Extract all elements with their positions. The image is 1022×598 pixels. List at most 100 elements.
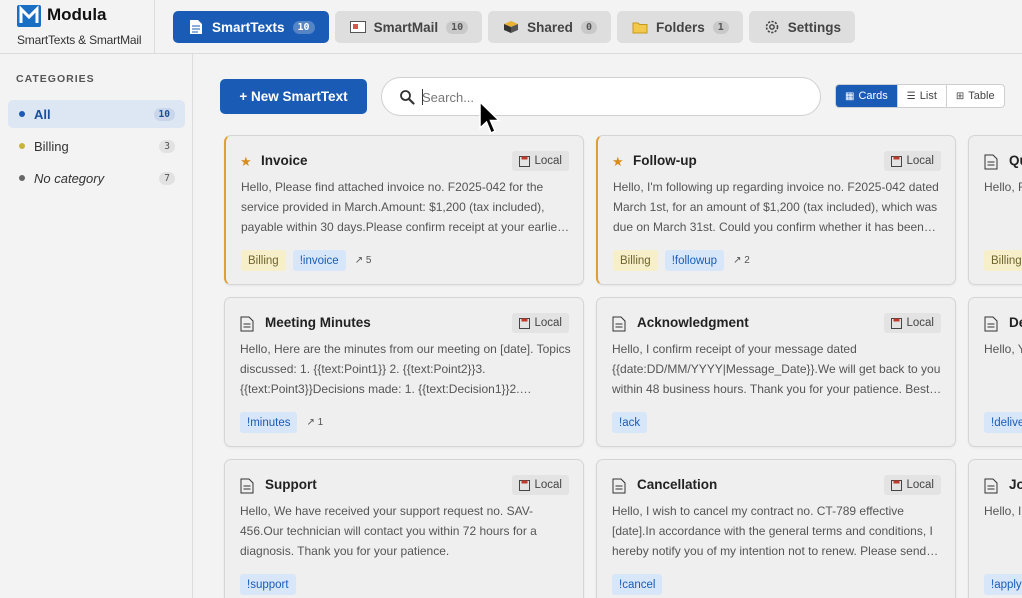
storage-label: Local [906, 479, 935, 491]
category-dot-icon [19, 111, 25, 117]
shortcut-tag: !cancel [612, 574, 663, 595]
save-disk-icon [518, 479, 530, 491]
smarttext-card-partial[interactable]: De Hello, Y will rec delivery !delive [968, 297, 1022, 447]
storage-label: Local [906, 155, 935, 167]
category-dot-icon [19, 175, 25, 181]
sidebar-item-label: No category [34, 170, 105, 186]
document-icon [240, 478, 254, 494]
search-box[interactable] [381, 77, 821, 116]
view-list-button[interactable]: ☰ List [898, 85, 947, 107]
storage-badge: Local [883, 475, 941, 495]
card-title: Cancellation [637, 477, 718, 492]
storage-label: Local [534, 317, 563, 329]
smarttext-card-cancellation[interactable]: Cancellation Local Hello, I wish to canc… [596, 459, 956, 598]
smarttext-card-follow-up[interactable]: ★ Follow-up Local Hello, I'm following u… [596, 135, 956, 285]
smarttext-card-invoice[interactable]: ★ Invoice Local Hello, Please find attac… [224, 135, 584, 285]
main-content: + New SmartText ▦ Cards ☰ List ⊞ Table [193, 54, 1022, 598]
usage-count: ↗ 2 [733, 255, 750, 266]
shortcut-tag: !followup [664, 250, 725, 271]
category-tag: Billing [613, 250, 658, 271]
card-body: Hello, Please find attached invoice no. … [241, 180, 567, 234]
categories-sidebar: CATEGORIES All 10 Billing 3 No category … [0, 54, 193, 598]
smarttext-card-partial[interactable]: Qu Hello, F no. D20 tax). Va Billing [968, 135, 1022, 285]
brand: Modula SmartTexts & SmartMail [0, 0, 155, 54]
category-tag: Billing [984, 250, 1022, 271]
card-title: Support [265, 477, 317, 492]
smarttext-card-partial[interactable]: Jo Hello, I a [degr confide !apply [968, 459, 1022, 598]
favorite-star-icon[interactable]: ★ [240, 154, 252, 170]
shared-box-icon [502, 18, 520, 36]
mail-icon [349, 18, 367, 36]
view-cards-button[interactable]: ▦ Cards [836, 85, 898, 107]
brand-name: Modula [47, 5, 107, 24]
save-disk-icon [890, 317, 902, 329]
shortcut-tag: !invoice [292, 250, 346, 271]
save-disk-icon [890, 155, 902, 167]
storage-badge: Local [883, 313, 941, 333]
sidebar-item-no-category[interactable]: No category 7 [8, 164, 185, 192]
card-tags: !minutes ↗ 1 [240, 412, 323, 433]
card-body: Hello, I wish to cancel my contract no. … [612, 504, 933, 558]
shortcut-tag: !minutes [240, 412, 298, 433]
card-body: Hello, I confirm receipt of your message… [612, 342, 941, 396]
shortcut-tag: !ack [612, 412, 648, 433]
tab-label: SmartMail [373, 19, 439, 35]
storage-label: Local [534, 155, 563, 167]
card-title: Follow-up [633, 153, 697, 168]
card-title: Invoice [261, 153, 308, 168]
search-icon [400, 90, 415, 105]
sidebar-item-label: Billing [34, 138, 69, 154]
card-tags: Billing !followup ↗ 2 [613, 250, 750, 271]
tab-shared[interactable]: Shared 0 [488, 11, 611, 43]
card-body: Hello, F no. D20 tax). Va [984, 180, 1022, 194]
document-icon [240, 316, 254, 332]
view-label: List [919, 90, 937, 102]
smarttext-card-support[interactable]: Support Local Hello, We have received yo… [224, 459, 584, 598]
card-title: De [1009, 315, 1022, 330]
view-table-button[interactable]: ⊞ Table [947, 85, 1004, 107]
table-icon: ⊞ [955, 90, 965, 102]
app-window: Modula SmartTexts & SmartMail SmartTexts… [0, 0, 1022, 598]
document-icon [984, 154, 998, 170]
card-tags: !cancel [612, 574, 663, 595]
card-title: Qu [1009, 153, 1022, 168]
shortcut-tag: !delive [984, 412, 1022, 433]
tab-label: Settings [787, 19, 842, 35]
storage-label: Local [906, 317, 935, 329]
document-icon [612, 478, 626, 494]
view-label: Cards [858, 90, 888, 102]
tab-smartmail[interactable]: SmartMail 10 [334, 11, 483, 43]
storage-badge: Local [511, 475, 569, 495]
brand-subtitle: SmartTexts & SmartMail [17, 33, 142, 47]
smarttext-card-meeting-minutes[interactable]: Meeting Minutes Local Hello, Here are th… [224, 297, 584, 447]
sidebar-item-count: 7 [159, 171, 175, 185]
tab-count-badge: 1 [712, 20, 729, 34]
tab-count-badge: 10 [446, 20, 469, 34]
save-disk-icon [518, 317, 530, 329]
card-title: Meeting Minutes [265, 315, 371, 330]
card-title: Jo [1009, 477, 1022, 492]
tab-folders[interactable]: Folders 1 [616, 11, 743, 43]
card-body: Hello, Y will rec delivery [984, 342, 1022, 356]
sidebar-item-all[interactable]: All 10 [8, 100, 185, 128]
new-smarttext-button[interactable]: + New SmartText [220, 79, 367, 114]
document-icon [984, 478, 998, 494]
shortcut-tag: !apply [984, 574, 1022, 595]
sidebar-item-billing[interactable]: Billing 3 [8, 132, 185, 160]
tab-settings[interactable]: Settings [748, 11, 856, 43]
view-label: Table [968, 90, 995, 102]
tab-smarttexts[interactable]: SmartTexts 10 [173, 11, 329, 43]
card-tags: !ack [612, 412, 648, 433]
storage-label: Local [534, 479, 563, 491]
favorite-star-icon[interactable]: ★ [612, 154, 624, 170]
mouse-cursor-icon [479, 100, 501, 135]
save-disk-icon [518, 155, 530, 167]
tab-count-badge: 10 [292, 20, 315, 34]
card-title: Acknowledgment [637, 315, 749, 330]
smarttext-card-acknowledgment[interactable]: Acknowledgment Local Hello, I confirm re… [596, 297, 956, 447]
usage-count: ↗ 5 [354, 255, 372, 266]
grid-icon: ▦ [845, 90, 855, 102]
usage-count: ↗ 1 [306, 417, 324, 428]
sidebar-item-count: 10 [153, 107, 175, 121]
text-caret [422, 89, 423, 105]
